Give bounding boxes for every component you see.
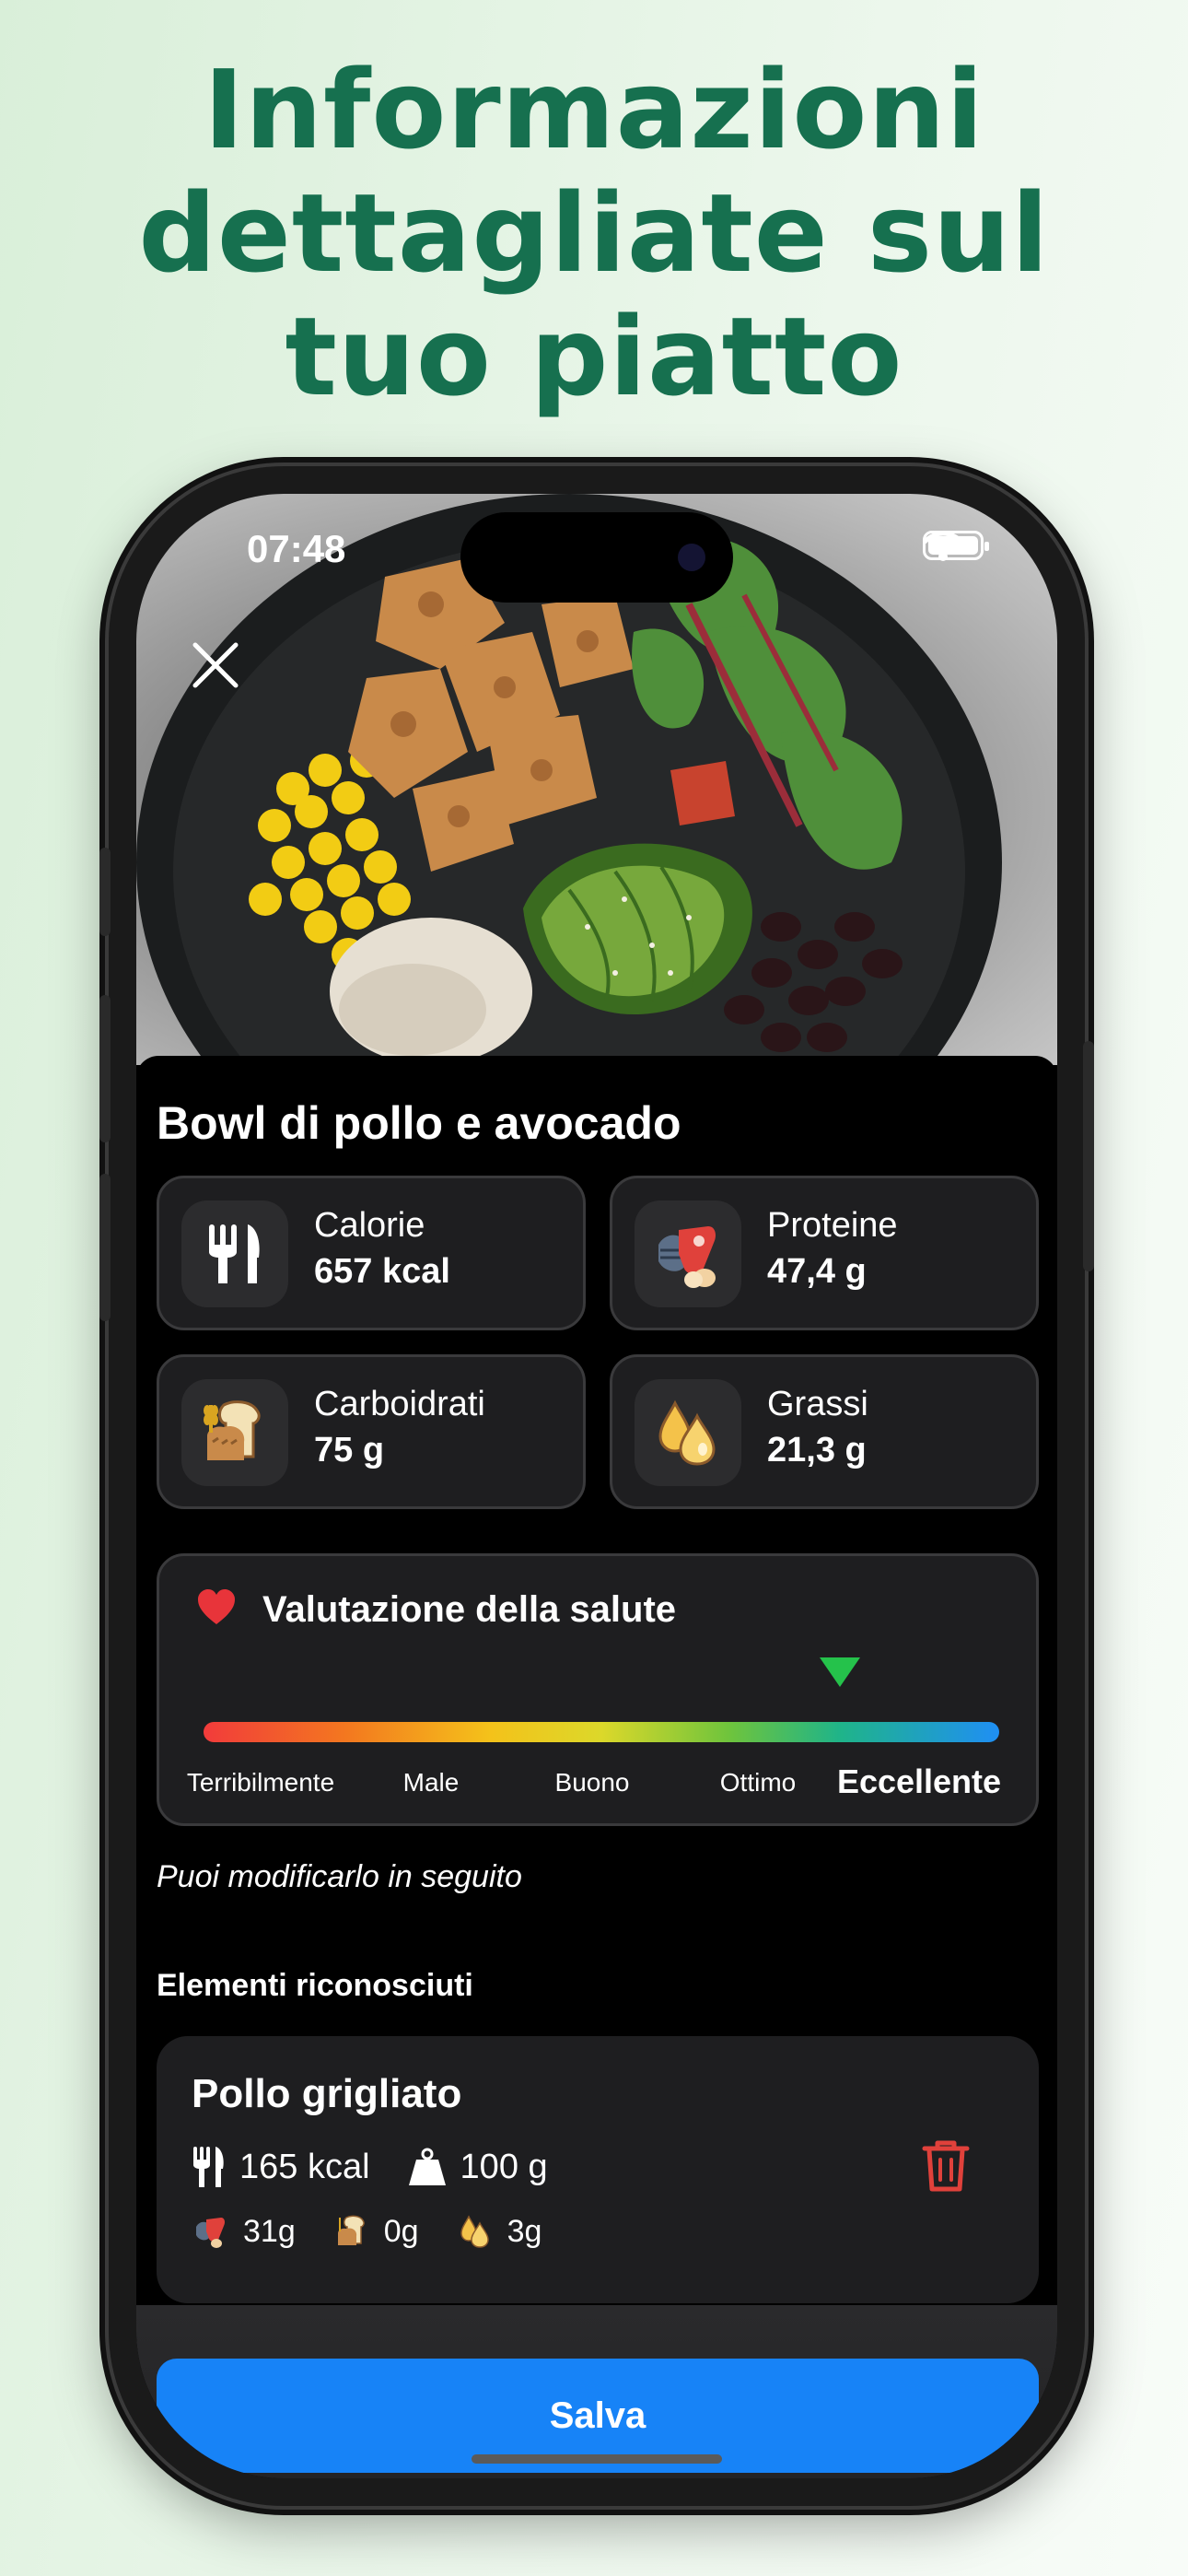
calories-card[interactable]: Calorie 657 kcal: [157, 1176, 586, 1330]
fat-drop-icon: [460, 2215, 489, 2248]
health-rating-card: Valutazione della salute Terribilmente Ma…: [157, 1553, 1039, 1826]
headline-line-2: dettagliate sul: [138, 170, 1050, 297]
details-sheet: Bowl di pollo e avocado Calorie 657 kcal: [136, 1056, 1057, 2478]
health-score-marker: [820, 1657, 861, 1687]
fat-drop-icon: [635, 1379, 741, 1486]
front-camera: [678, 544, 705, 571]
item-name: Pollo grigliato: [192, 2071, 462, 2116]
home-indicator: [472, 2454, 722, 2464]
recognized-section-title: Elementi riconosciuti: [157, 1968, 473, 2003]
health-scale-label: Terribilmente: [186, 1768, 335, 1797]
status-time: 07:48: [247, 527, 346, 570]
phone-volume-down: [99, 1174, 111, 1321]
trash-icon[interactable]: [921, 2137, 971, 2193]
health-scale-label: Buono: [554, 1768, 630, 1797]
calories-label: Calorie: [314, 1206, 425, 1245]
protein-icon: [635, 1200, 741, 1307]
fat-label: Grassi: [767, 1385, 868, 1423]
protein-value: 47,4 g: [767, 1252, 867, 1291]
item-kcal: 165 kcal: [239, 2147, 370, 2186]
fat-value: 21,3 g: [767, 1431, 867, 1469]
bread-icon: [337, 2215, 365, 2245]
close-icon: [192, 642, 239, 688]
health-scale-label: Male: [402, 1768, 460, 1797]
battery-icon: [923, 531, 989, 560]
bread-icon: [181, 1379, 288, 1486]
health-scale-label: Ottimo: [719, 1768, 797, 1797]
food-photo: 07:48: [136, 494, 1057, 1065]
headline-line-1: Informazioni: [204, 46, 984, 173]
item-weight: 100 g: [460, 2147, 548, 2186]
item-macro-stats: 31g 0g 3g: [192, 2213, 578, 2250]
health-scale-bar: [204, 1722, 999, 1742]
item-carbs: 0g: [383, 2213, 419, 2249]
item-main-stats: 165 kcal 100 g: [192, 2145, 585, 2189]
calories-value: 657 kcal: [314, 1252, 450, 1291]
dynamic-island: [460, 512, 733, 603]
phone-power-button: [1083, 1041, 1094, 1271]
protein-card[interactable]: Proteine 47,4 g: [610, 1176, 1039, 1330]
fork-knife-icon: [193, 2147, 224, 2187]
fork-knife-icon: [181, 1200, 288, 1307]
protein-icon: [196, 2218, 225, 2248]
edit-later-note: Puoi modificarlo in seguito: [157, 1859, 522, 1894]
bottom-action-bar: Salva: [136, 2305, 1057, 2478]
protein-label: Proteine: [767, 1206, 898, 1245]
fat-card[interactable]: Grassi 21,3 g: [610, 1354, 1039, 1509]
item-protein: 31g: [243, 2213, 296, 2249]
carbs-label: Carboidrati: [314, 1385, 485, 1423]
heart-icon: [198, 1589, 235, 1624]
phone-volume-up: [99, 995, 111, 1142]
headline-line-3: tuo piatto: [285, 293, 903, 420]
item-fat: 3g: [507, 2213, 542, 2249]
status-indicators: [923, 531, 989, 561]
health-scale-label: Eccellente: [836, 1762, 1002, 1800]
carbs-value: 75 g: [314, 1431, 385, 1469]
recognized-item-card[interactable]: Pollo grigliato 165 kcal 100 g 31g 0g 3g: [157, 2036, 1039, 2303]
weight-icon: [408, 2148, 446, 2185]
carbs-card[interactable]: Carboidrati 75 g: [157, 1354, 586, 1509]
phone-action-button: [99, 848, 111, 936]
meal-title: Bowl di pollo e avocado: [157, 1097, 681, 1149]
health-title: Valutazione della salute: [262, 1589, 677, 1630]
app-screen: 07:48 Bowl di pollo e avocado Calorie 65…: [136, 494, 1057, 2478]
headline: Informazioni dettagliate sul tuo piatto: [0, 48, 1188, 418]
close-button[interactable]: [192, 641, 254, 704]
